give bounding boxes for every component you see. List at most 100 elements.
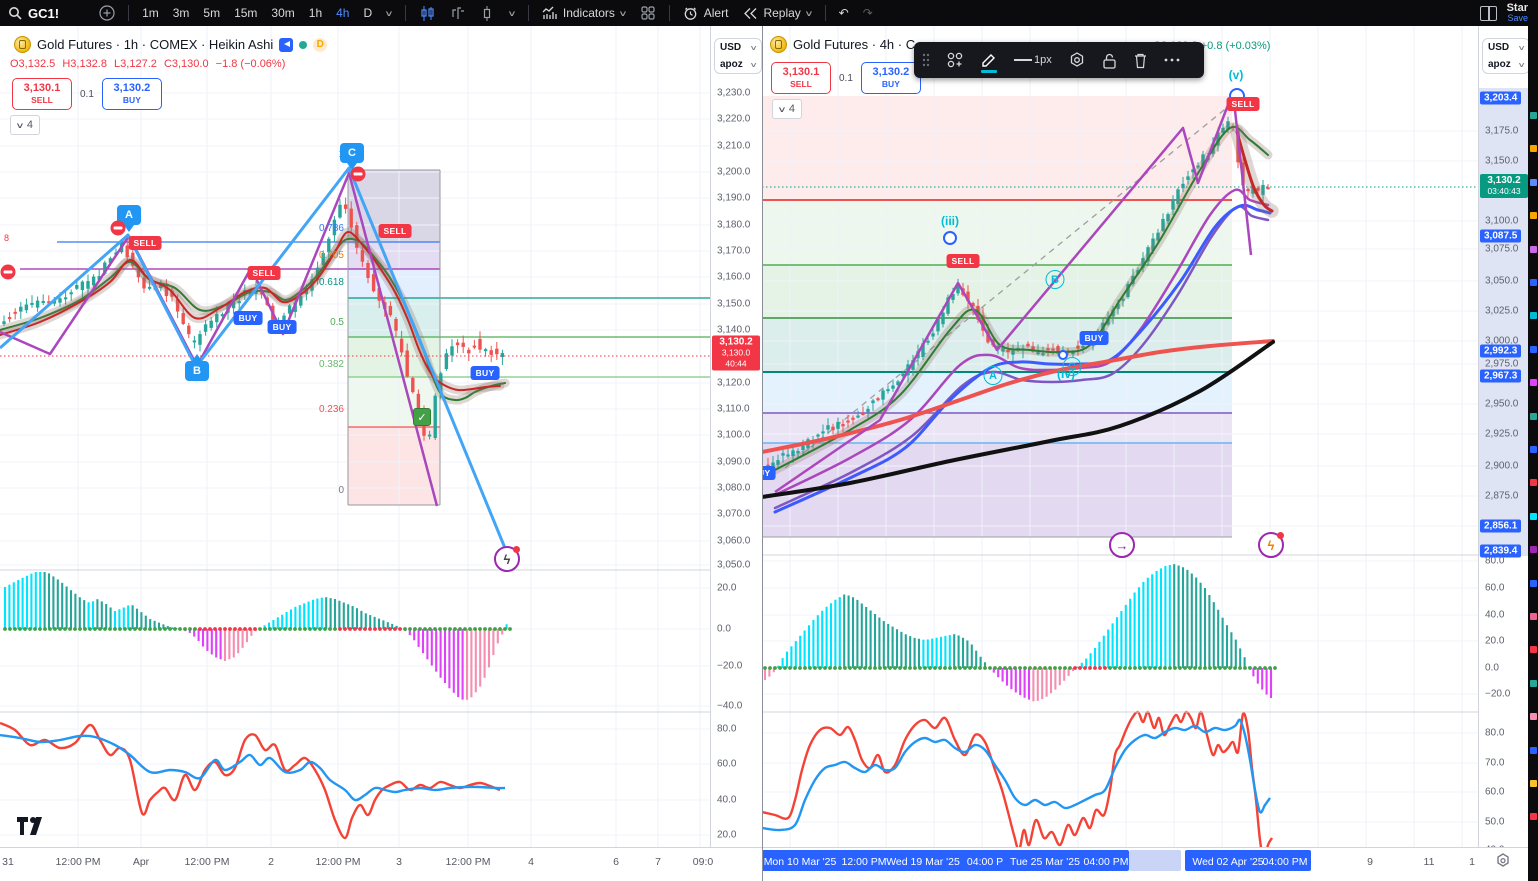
favorite-tool-swatch[interactable] [1529, 546, 1537, 554]
time-axis-right[interactable]: Mon 10 Mar '25 12:00 PM Wed 19 Mar '25 04:0… [763, 847, 1528, 881]
favorite-tool-swatch[interactable] [1529, 379, 1537, 387]
chart-style-hollow-button[interactable] [472, 0, 502, 26]
add-object-button[interactable] [938, 42, 972, 78]
price-alert-chip[interactable]: 2,856.1 [1480, 519, 1522, 533]
wave-flag-b[interactable]: B [185, 361, 209, 381]
save-button[interactable]: Save [1507, 13, 1528, 23]
lightning-icon[interactable]: ϟ [494, 546, 520, 572]
chart-style-candles-button[interactable] [412, 0, 442, 26]
alert-button[interactable]: Alert [676, 0, 736, 26]
buy-button[interactable]: 3,130.2 BUY [101, 78, 162, 110]
sell-signal-tag[interactable]: SELL [128, 236, 162, 250]
sell-button[interactable]: 3,130.1 SELL [12, 78, 72, 110]
indicators-button[interactable]: Indicators ∨ [535, 0, 633, 26]
symbol-search[interactable]: GC1! [0, 0, 66, 26]
buy-signal-tag[interactable]: BUY [233, 311, 263, 325]
indicator-templates-button[interactable] [633, 0, 663, 26]
chart-style-menu-button[interactable]: ∨ [502, 0, 522, 26]
timeframe-3m[interactable]: 3m [166, 0, 197, 26]
check-icon[interactable]: ✓ [413, 408, 431, 426]
symbol-title[interactable]: Gold Futures · 1h · COMEX · Heikin Ashi [37, 37, 273, 52]
price-alert-chip[interactable]: 3,203.4 [1480, 91, 1522, 105]
settings-button[interactable] [1060, 42, 1094, 78]
elliott-wave-circle-label[interactable]: B [1045, 270, 1065, 289]
favorite-tool-swatch[interactable] [1529, 279, 1537, 286]
sell-button[interactable]: 3,130.1 SELL [771, 62, 831, 94]
favorite-tool-swatch[interactable] [1529, 780, 1537, 787]
timeframe-D[interactable]: D [356, 0, 379, 26]
lock-button[interactable] [1094, 42, 1125, 78]
price-alert-chip[interactable]: 2,839.4 [1480, 544, 1522, 558]
wave-point-marker[interactable] [943, 231, 957, 245]
redo-button[interactable]: ↷ [856, 0, 880, 26]
buy-signal-tag[interactable]: BUY [1079, 331, 1109, 345]
symbol-title[interactable]: Gold Futures · 4h · C [793, 37, 915, 52]
collapse-badge[interactable]: ∨ 4 [10, 115, 40, 135]
elliott-wave-label[interactable]: (v) [1229, 68, 1244, 82]
elliott-wave-circle-label[interactable]: C [1062, 357, 1082, 376]
line-width-button[interactable]: 1px [1006, 42, 1060, 78]
drag-handle[interactable] [914, 42, 938, 78]
chart-style-bars-button[interactable] [442, 0, 472, 26]
no-entry-icon[interactable] [350, 166, 366, 182]
buy-signal-tag[interactable]: BUY [763, 466, 776, 480]
timeframe-30m[interactable]: 30m [264, 0, 301, 26]
timeframe-1h[interactable]: 1h [302, 0, 329, 26]
price-alert-chip[interactable]: 2,967.3 [1480, 369, 1522, 383]
favorite-tool-swatch[interactable] [1529, 679, 1537, 687]
time-axis-left[interactable]: 31 12:00 PM Apr 12:00 PM 2 12:00 PM 3 12:00 PM 4… [0, 847, 762, 881]
favorite-tool-swatch[interactable] [1529, 345, 1537, 353]
delete-button[interactable] [1125, 42, 1156, 78]
scale-mode-dropdown[interactable]: apoz ∨ [715, 56, 761, 73]
sell-signal-tag[interactable]: SELL [946, 254, 980, 268]
user-block[interactable]: Star Save [1507, 3, 1528, 24]
favorite-tool-swatch[interactable] [1529, 446, 1537, 453]
buy-signal-tag[interactable]: BUY [267, 320, 297, 334]
favorites-strip[interactable] [1528, 0, 1538, 881]
favorite-tool-swatch[interactable] [1529, 412, 1537, 420]
more-options-button[interactable] [1156, 42, 1188, 78]
axis-settings-gear-icon[interactable] [1494, 852, 1512, 870]
favorite-tool-swatch[interactable] [1529, 512, 1537, 520]
replay-button[interactable]: Replay ∨ [735, 0, 818, 26]
buy-signal-tag[interactable]: BUY [470, 366, 500, 380]
favorite-tool-swatch[interactable] [1529, 178, 1537, 186]
favorite-tool-swatch[interactable] [1529, 479, 1537, 487]
color-pencil-button[interactable] [972, 42, 1006, 78]
timeframe-menu-button[interactable]: ∨ [379, 0, 399, 26]
sell-signal-tag[interactable]: SELL [378, 224, 412, 238]
flag-icon[interactable] [279, 37, 294, 52]
price-axis-left[interactable]: USD ∨ apoz ∨ 3,230.0 3,220.0 3,210.0 3,200.0 3,1… [710, 26, 762, 848]
layout-icon[interactable] [1479, 5, 1497, 21]
add-symbol-button[interactable] [92, 0, 122, 26]
collapse-badge[interactable]: ∨ 4 [772, 99, 802, 119]
wave-flag-c[interactable]: C [340, 143, 364, 163]
favorite-tool-swatch[interactable] [1529, 579, 1537, 587]
no-entry-icon[interactable] [110, 220, 126, 236]
favorite-tool-swatch[interactable] [1529, 613, 1537, 620]
scale-mode-dropdown[interactable]: apoz ∨ [1483, 56, 1528, 73]
favorite-tool-swatch[interactable] [1529, 145, 1537, 153]
favorite-tool-swatch[interactable] [1529, 813, 1537, 821]
timeframe-15m[interactable]: 15m [227, 0, 264, 26]
no-entry-icon[interactable] [0, 264, 16, 280]
arrow-circle-icon[interactable]: → [1109, 532, 1135, 558]
favorite-tool-swatch[interactable] [1529, 312, 1537, 320]
favorite-tool-swatch[interactable] [1529, 746, 1537, 754]
currency-dropdown[interactable]: USD ∨ [1483, 39, 1528, 56]
currency-dropdown[interactable]: USD ∨ [715, 39, 761, 56]
timeframe-5m[interactable]: 5m [196, 0, 227, 26]
timeframe-1m[interactable]: 1m [135, 0, 166, 26]
elliott-wave-circle-label[interactable]: A [983, 366, 1003, 385]
favorite-tool-swatch[interactable] [1529, 713, 1537, 721]
price-axis-right[interactable]: USD ∨ apoz ∨ 3,175.0 3,150.0 3,100.0 3,075.0 3,0… [1478, 26, 1528, 856]
price-alert-chip[interactable]: 3,087.5 [1480, 229, 1522, 243]
undo-button[interactable]: ↶ [832, 0, 856, 26]
lightning-icon[interactable]: ϟ [1258, 532, 1284, 558]
elliott-wave-label[interactable]: (iii) [941, 214, 959, 228]
timeframe-4h[interactable]: 4h [329, 0, 356, 26]
favorite-tool-swatch[interactable] [1529, 245, 1537, 253]
buy-button[interactable]: 3,130.2 BUY [860, 62, 921, 94]
favorite-tool-swatch[interactable] [1529, 112, 1537, 119]
favorite-tool-swatch[interactable] [1529, 646, 1537, 654]
